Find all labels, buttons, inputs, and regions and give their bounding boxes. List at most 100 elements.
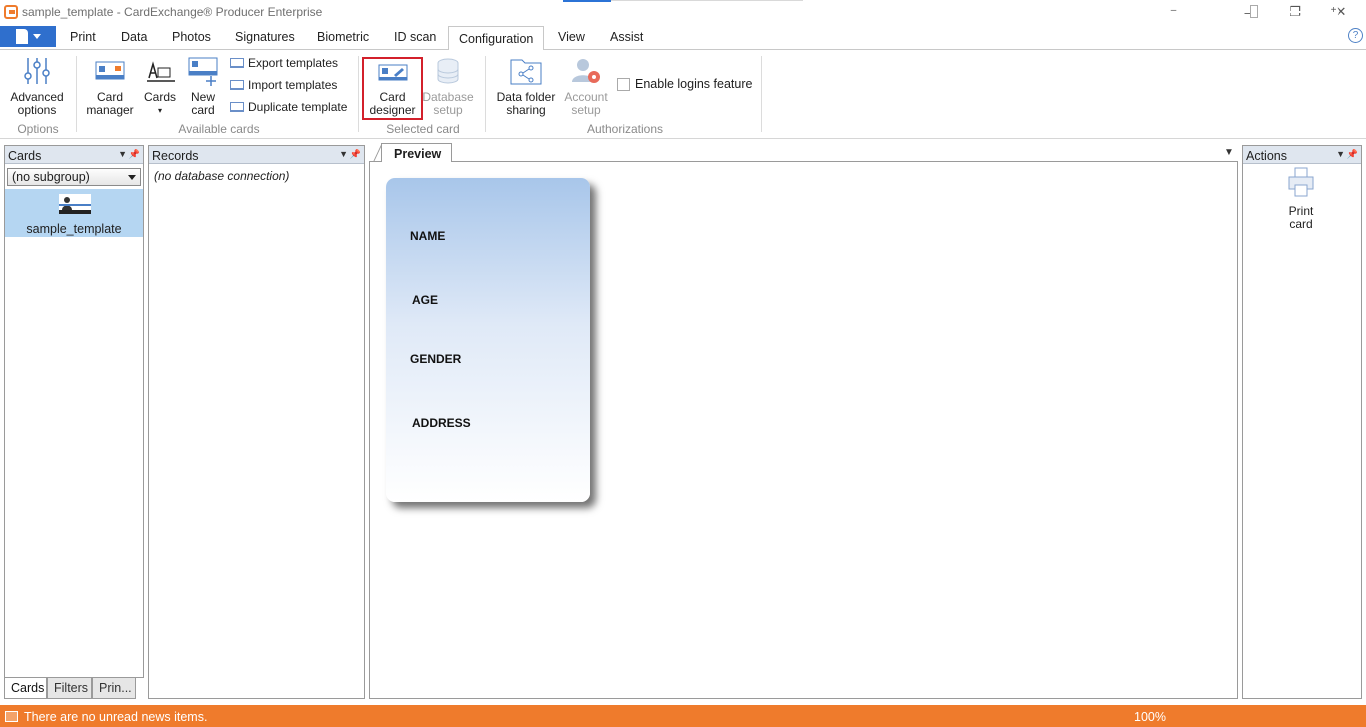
tab-signatures[interactable]: Signatures bbox=[235, 30, 295, 44]
sliders-icon bbox=[24, 58, 50, 84]
tab-biometric[interactable]: Biometric bbox=[317, 30, 369, 44]
advanced-options-button[interactable]: Advanced options bbox=[6, 56, 68, 117]
panel-menu-icon[interactable]: ▼ bbox=[1336, 149, 1345, 159]
close-button[interactable]: ✕ bbox=[1318, 2, 1364, 22]
chevron-down-icon: ▾ bbox=[157, 106, 162, 115]
document-icon bbox=[15, 29, 28, 44]
pin-icon[interactable]: 📌 bbox=[350, 149, 361, 160]
pin-icon[interactable]: 📌 bbox=[129, 149, 140, 160]
news-icon bbox=[5, 711, 18, 722]
panel-menu-icon[interactable]: ▼ bbox=[118, 149, 127, 159]
title-divider bbox=[611, 0, 803, 1]
actions-panel-title: Actions bbox=[1246, 149, 1287, 163]
tab-view[interactable]: View bbox=[558, 30, 585, 44]
tab-filters[interactable]: Filters bbox=[47, 678, 92, 699]
account-settings-icon bbox=[572, 59, 600, 83]
shared-folder-icon bbox=[510, 59, 542, 85]
duplicate-template-button[interactable]: Duplicate template bbox=[230, 100, 347, 114]
card-manager-button[interactable]: Card manager bbox=[84, 56, 136, 117]
account-setup-label: Account setup bbox=[564, 90, 608, 117]
card-field-age: AGE bbox=[412, 293, 439, 307]
group-label-options: Options bbox=[17, 122, 59, 136]
card-field-gender: GENDER bbox=[410, 352, 462, 366]
records-panel-header: Records ▼ 📌 bbox=[149, 146, 364, 164]
group-label-available-cards: Available cards bbox=[178, 122, 260, 136]
preview-menu-icon[interactable]: ▼ bbox=[1224, 147, 1234, 158]
group-separator bbox=[358, 56, 359, 132]
import-templates-button[interactable]: Import templates bbox=[230, 78, 337, 92]
ribbon-body: Advanced options Options Card manager Ca… bbox=[0, 49, 1366, 139]
help-icon[interactable]: ? bbox=[1348, 28, 1363, 43]
news-status-text[interactable]: There are no unread news items. bbox=[24, 710, 207, 724]
advanced-options-label: Advanced options bbox=[10, 90, 64, 117]
pin-icon[interactable]: 📌 bbox=[1347, 149, 1358, 160]
subgroup-value: (no subgroup) bbox=[12, 170, 90, 184]
status-bar: There are no unread news items. 100% bbox=[0, 705, 1366, 727]
cards-panel-tabs: Cards Filters Prin... bbox=[4, 678, 144, 699]
card-thumbnail-icon bbox=[59, 194, 91, 214]
actions-panel-header: Actions ▼ 📌 bbox=[1243, 146, 1361, 164]
cards-panel-header: Cards ▼ 📌 bbox=[5, 146, 143, 164]
export-templates-button[interactable]: Export templates bbox=[230, 56, 338, 70]
card-designer-label: Card designer bbox=[369, 90, 416, 117]
duplicate-template-label: Duplicate template bbox=[248, 100, 348, 114]
chevron-down-icon bbox=[32, 34, 41, 39]
card-item-label: sample_template bbox=[26, 222, 122, 236]
app-menu-button[interactable] bbox=[0, 26, 56, 47]
template-icon bbox=[230, 58, 244, 68]
data-folder-sharing-button[interactable]: Data folder sharing bbox=[494, 56, 558, 117]
tab-photos[interactable]: Photos bbox=[172, 30, 211, 44]
tab-assist[interactable]: Assist bbox=[610, 30, 643, 44]
enable-logins-label[interactable]: Enable logins feature bbox=[635, 77, 752, 91]
list-item[interactable]: sample_template bbox=[5, 189, 143, 237]
tab-id-scan[interactable]: ID scan bbox=[394, 30, 436, 44]
group-separator bbox=[76, 56, 77, 132]
tab-data[interactable]: Data bbox=[121, 30, 147, 44]
card-field-name: NAME bbox=[410, 229, 446, 243]
card-preview: NAME AGE GENDER ADDRESS bbox=[386, 178, 590, 502]
enable-logins-checkbox[interactable] bbox=[617, 78, 630, 91]
card-manager-label: Card manager bbox=[86, 90, 134, 117]
group-separator bbox=[761, 56, 762, 132]
print-card-button[interactable]: Print card bbox=[1276, 166, 1326, 231]
cards-panel-title: Cards bbox=[8, 149, 42, 163]
tab-preview[interactable]: Preview bbox=[381, 143, 452, 162]
new-card-button[interactable]: New card bbox=[184, 56, 222, 117]
zoom-in-button[interactable]: + bbox=[1328, 6, 1339, 17]
new-card-icon bbox=[188, 57, 218, 86]
card-designer-button[interactable]: Card designer bbox=[364, 62, 421, 117]
template-icon bbox=[230, 102, 244, 112]
import-templates-label: Import templates bbox=[248, 78, 338, 92]
records-panel: Records ▼ 📌 (no database connection) bbox=[148, 145, 365, 699]
printer-icon bbox=[1288, 167, 1314, 197]
zoom-out-button[interactable]: – bbox=[1168, 6, 1179, 17]
group-label-selected-card: Selected card bbox=[386, 122, 460, 136]
database-setup-button[interactable]: Database setup bbox=[422, 56, 474, 117]
records-status-text: (no database connection) bbox=[154, 169, 290, 183]
print-card-label: Print card bbox=[1288, 204, 1314, 231]
group-separator bbox=[485, 56, 486, 132]
card-field-address: ADDRESS bbox=[412, 416, 471, 430]
new-card-label: New card bbox=[190, 90, 215, 117]
tab-print[interactable]: Print bbox=[70, 30, 96, 44]
tab-print-queue[interactable]: Prin... bbox=[92, 678, 136, 699]
cards-dropdown-button[interactable]: Cards ▾ bbox=[140, 56, 180, 117]
panel-menu-icon[interactable]: ▼ bbox=[339, 149, 348, 159]
group-label-authorizations: Authorizations bbox=[586, 122, 664, 136]
cards-panel: Cards ▼ 📌 (no subgroup) sample_template bbox=[4, 145, 144, 678]
zoom-level: 100% bbox=[1134, 710, 1166, 724]
database-setup-label: Database setup bbox=[422, 90, 474, 117]
zoom-slider-thumb[interactable] bbox=[1250, 5, 1258, 18]
tab-cards[interactable]: Cards bbox=[4, 678, 47, 699]
data-folder-sharing-label: Data folder sharing bbox=[496, 90, 556, 117]
records-panel-title: Records bbox=[152, 149, 199, 163]
subgroup-select[interactable]: (no subgroup) bbox=[7, 168, 141, 186]
account-setup-button[interactable]: Account setup bbox=[560, 56, 612, 117]
title-accent-line bbox=[563, 0, 611, 2]
app-logo-icon bbox=[4, 5, 18, 19]
card-manager-icon bbox=[95, 61, 125, 80]
database-icon bbox=[437, 58, 459, 84]
template-icon bbox=[230, 80, 244, 90]
chevron-down-icon bbox=[128, 175, 136, 180]
tab-configuration[interactable]: Configuration bbox=[448, 26, 545, 50]
